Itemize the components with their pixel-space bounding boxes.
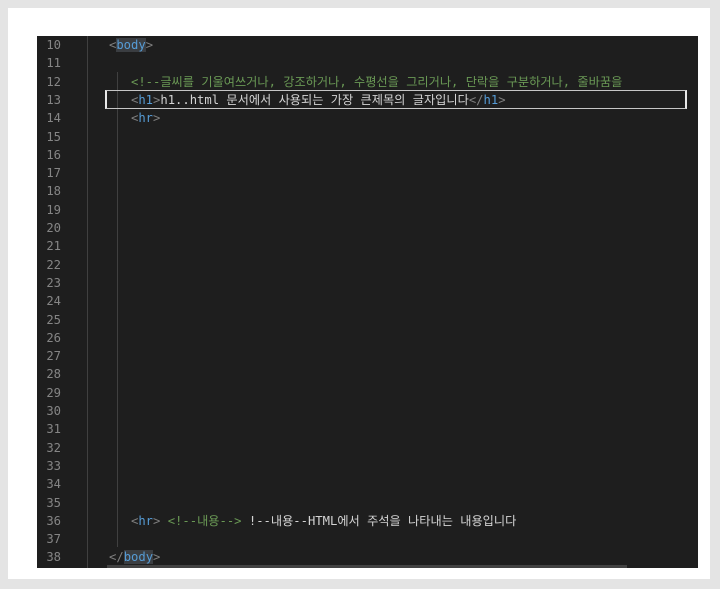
line-number: 36	[46, 513, 61, 528]
code-editor[interactable]: 10 <body> 11 12 <!--글씨를 기울여쓰거나, 강조하거나, 수평선을 …	[37, 36, 698, 568]
line-number: 34	[46, 477, 61, 492]
screenshot-frame: 10 <body> 11 12 <!--글씨를 기울여쓰거나, 강조하거나, 수평선을 …	[8, 8, 710, 579]
line-number: 19	[46, 202, 61, 217]
line-code: <hr>	[131, 109, 160, 127]
code-token: h1..html 문서에서 사용되는 가장 큰제목의 글자입니다	[160, 92, 469, 107]
code-line[interactable]: 21	[37, 237, 698, 255]
code-line[interactable]: 31	[37, 420, 698, 438]
line-number: 22	[46, 257, 61, 272]
line-number: 28	[46, 367, 61, 382]
line-number: 29	[46, 385, 61, 400]
line-number: 33	[46, 458, 61, 473]
code-line[interactable]: 13 <h1>h1..html 문서에서 사용되는 가장 큰제목의 글자입니다</…	[37, 91, 698, 109]
line-number: 23	[46, 275, 61, 290]
code-line[interactable]: 26	[37, 329, 698, 347]
code-line[interactable]: 18	[37, 182, 698, 200]
code-line[interactable]: 15	[37, 128, 698, 146]
line-number: 18	[46, 184, 61, 199]
code-line[interactable]: 32	[37, 439, 698, 457]
line-number: 14	[46, 111, 61, 126]
code-token: >	[498, 92, 506, 107]
line-number: 15	[46, 129, 61, 144]
code-line[interactable]: 36 <hr> <!--내용--> !--내용--HTML에서 주석을 나타내는 …	[37, 512, 698, 530]
line-number: 32	[46, 440, 61, 455]
line-code: <!--글씨를 기울여쓰거나, 강조하거나, 수평선을 그리거나, 단락을 구분…	[131, 73, 622, 91]
line-number: 13	[46, 92, 61, 107]
line-code: </body>	[109, 548, 160, 566]
code-token: !--내용--HTML에서 주석을 나타내는 내용입니다	[241, 513, 517, 528]
line-number: 16	[46, 147, 61, 162]
code-line[interactable]: 33	[37, 457, 698, 475]
code-line[interactable]: 29	[37, 384, 698, 402]
code-line[interactable]: 24	[37, 292, 698, 310]
line-number: 12	[46, 74, 61, 89]
code-line[interactable]: 34	[37, 475, 698, 493]
code-line[interactable]: 35	[37, 494, 698, 512]
code-line[interactable]: 25	[37, 311, 698, 329]
horizontal-scrollbar[interactable]	[107, 565, 627, 568]
code-line[interactable]: 20	[37, 219, 698, 237]
line-number: 24	[46, 294, 61, 309]
line-number: 17	[46, 166, 61, 181]
line-number: 38	[46, 550, 61, 565]
code-line[interactable]: 19	[37, 201, 698, 219]
line-number: 25	[46, 312, 61, 327]
code-line[interactable]: 23	[37, 274, 698, 292]
line-code: <body>	[109, 36, 153, 54]
code-line[interactable]: 37	[37, 530, 698, 548]
code-token: h1	[138, 92, 154, 107]
code-line[interactable]: 11	[37, 54, 698, 72]
code-token: >	[153, 513, 168, 528]
line-number: 31	[46, 422, 61, 437]
code-token: >	[153, 111, 161, 126]
code-line[interactable]: 28	[37, 365, 698, 383]
code-token: >	[145, 38, 154, 52]
line-number: 35	[46, 495, 61, 510]
code-line[interactable]: 16	[37, 146, 698, 164]
code-token: <!--글씨를 기울여쓰거나, 강조하거나, 수평선을 그리거나, 단락을 구분…	[131, 74, 623, 89]
code-line[interactable]: 27	[37, 347, 698, 365]
line-number: 11	[46, 56, 61, 71]
line-number: 30	[46, 404, 61, 418]
code-token: body	[116, 38, 146, 52]
line-number: 27	[46, 349, 61, 364]
line-number: 20	[46, 221, 61, 235]
code-token: hr	[138, 513, 154, 528]
code-line[interactable]: 12 <!--글씨를 기울여쓰거나, 강조하거나, 수평선을 그리거나, 단락을 …	[37, 73, 698, 91]
code-line[interactable]: 14 <hr>	[37, 109, 698, 127]
line-number: 37	[46, 532, 61, 547]
code-token: hr	[138, 111, 154, 126]
code-token: h1	[483, 92, 499, 107]
code-token: </	[109, 550, 124, 565]
code-line[interactable]: 17	[37, 164, 698, 182]
code-token: body	[123, 550, 154, 565]
code-line[interactable]: 38 </body>	[37, 548, 698, 566]
code-token: <!--내용-->	[167, 513, 242, 528]
line-code: <h1>h1..html 문서에서 사용되는 가장 큰제목의 글자입니다</h1…	[131, 91, 506, 109]
code-line[interactable]: 30	[37, 402, 698, 420]
line-number: 26	[46, 330, 61, 345]
code-line[interactable]: 10 <body>	[37, 36, 698, 54]
code-line[interactable]: 22	[37, 256, 698, 274]
code-token: >	[153, 550, 161, 565]
code-token: </	[468, 92, 484, 107]
line-code: <hr> <!--내용--> !--내용--HTML에서 주석을 나타내는 내용…	[131, 512, 516, 530]
line-number: 10	[46, 38, 61, 52]
line-number: 21	[46, 239, 61, 254]
